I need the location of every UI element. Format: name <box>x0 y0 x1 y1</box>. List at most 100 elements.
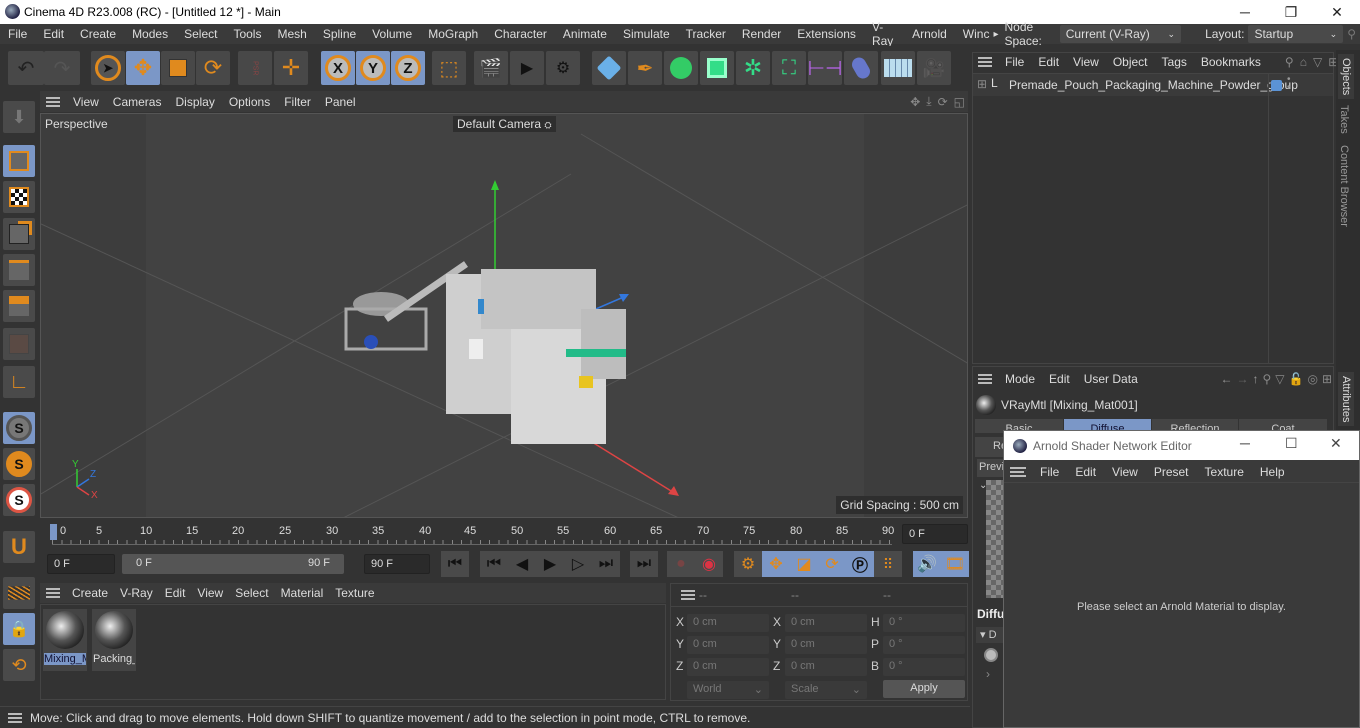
search-icon[interactable]: ⚲ <box>1343 27 1360 41</box>
expand-chevron-icon[interactable]: › <box>986 667 990 681</box>
cloner-button[interactable]: ✲ <box>736 51 770 85</box>
redo-button[interactable]: ↷ <box>44 51 80 85</box>
expand-icon[interactable]: ⊞ <box>977 77 987 91</box>
object-row[interactable]: ⊞ L Premade_Pouch_Packaging_Machine_Powd… <box>973 74 1333 96</box>
switch-view-icon[interactable]: ◱ <box>951 95 968 109</box>
tab-partial[interactable]: Re <box>975 437 1007 457</box>
arnold-menu-preset[interactable]: Preset <box>1146 465 1197 479</box>
menu-modes[interactable]: Modes <box>124 27 176 41</box>
make-editable-button[interactable]: ⬇ <box>3 101 35 133</box>
select-tool-button[interactable]: ➤ <box>91 51 125 85</box>
diffuse-subsection[interactable]: ▾ D <box>976 627 1003 643</box>
autokey-button[interactable]: ◉ <box>695 551 723 577</box>
menu-volume[interactable]: Volume <box>364 27 420 41</box>
y-axis-arrow[interactable] <box>491 180 499 190</box>
points-mode-button[interactable] <box>3 218 35 250</box>
floor-button[interactable] <box>881 51 915 85</box>
end-frame-field[interactable]: 90 F <box>364 554 430 574</box>
rot-p-field[interactable]: 0 ° <box>883 636 965 654</box>
apply-button[interactable]: Apply <box>883 680 965 698</box>
render-settings-button[interactable]: ⚙ <box>546 51 580 85</box>
subdivision-button[interactable] <box>664 51 698 85</box>
hamburger-icon[interactable] <box>46 96 60 107</box>
visibility-dots-icon[interactable]: • • <box>1287 75 1291 93</box>
pos-y-field[interactable]: 0 cm <box>687 636 769 654</box>
snap-settings-button[interactable]: S <box>3 448 35 480</box>
go-to-end-button[interactable]: ⏭ <box>630 551 658 577</box>
next-key-button[interactable]: ⏭ <box>592 551 620 577</box>
render-picture-viewer-button[interactable]: ▶ <box>510 51 544 85</box>
cube-button[interactable] <box>592 51 626 85</box>
objects-menu-tags[interactable]: Tags <box>1155 55 1194 69</box>
close-button[interactable]: ✕ <box>1314 0 1360 24</box>
menu-character[interactable]: Character <box>486 27 555 41</box>
material-menu-select[interactable]: Select <box>229 586 274 600</box>
axis-mode-button[interactable]: ∟ <box>3 366 35 398</box>
menu-mesh[interactable]: Mesh <box>269 27 314 41</box>
timeline-ruler[interactable]: 0 5 10 15 20 25 30 35 40 45 50 55 60 65 … <box>40 520 970 546</box>
menu-vray[interactable]: V-Ray <box>864 20 904 48</box>
tab-takes[interactable]: Takes <box>1338 105 1350 134</box>
menu-create[interactable]: Create <box>72 27 124 41</box>
key-pla-button[interactable]: ⠿ <box>874 551 902 577</box>
move-tool-button[interactable]: ✥ <box>126 51 160 85</box>
snap-workplane-button[interactable]: S <box>3 484 35 516</box>
menu-animate[interactable]: Animate <box>555 27 615 41</box>
snap-button[interactable]: S <box>3 412 35 444</box>
viewport-menu-options[interactable]: Options <box>222 95 277 109</box>
size-y-field[interactable]: 0 cm <box>785 636 867 654</box>
tab-attributes[interactable]: Attributes <box>1338 372 1354 427</box>
deformer-button[interactable]: ⊢⊣ <box>808 51 842 85</box>
coordinate-space-dropdown[interactable]: World ⌄ <box>687 681 769 699</box>
pen-button[interactable]: ✒ <box>628 51 662 85</box>
attr-menu-edit[interactable]: Edit <box>1042 372 1077 386</box>
attr-menu-mode[interactable]: Mode <box>998 372 1042 386</box>
menu-spline[interactable]: Spline <box>315 27 364 41</box>
node-space-dropdown[interactable]: Current (V-Ray) ⌄ <box>1059 25 1182 43</box>
arnold-close-button[interactable]: ✕ <box>1330 435 1342 452</box>
new-window-icon[interactable]: ⊞ <box>1320 372 1334 386</box>
hamburger-icon[interactable] <box>978 374 992 384</box>
projection-label[interactable]: Perspective <box>45 117 108 131</box>
objects-menu-edit[interactable]: Edit <box>1031 55 1066 69</box>
key-position-button[interactable]: ✥ <box>762 551 790 577</box>
menu-window[interactable]: Winc <box>955 27 992 41</box>
zoom-view-icon[interactable]: ⤓ <box>923 94 934 109</box>
lock-icon[interactable]: 🔓 <box>1287 372 1306 386</box>
transform-button[interactable]: ✛ <box>274 51 308 85</box>
pos-z-field[interactable]: 0 cm <box>687 658 769 676</box>
menu-mograph[interactable]: MoGraph <box>420 27 486 41</box>
go-to-start-button[interactable]: ⏮ <box>441 551 469 577</box>
x-axis-arrow[interactable] <box>668 486 679 496</box>
arnold-maximize-button[interactable]: ☐ <box>1285 435 1298 452</box>
arnold-minimize-button[interactable]: ─ <box>1240 435 1250 451</box>
material-menu-view[interactable]: View <box>191 586 229 600</box>
menu-edit[interactable]: Edit <box>35 27 72 41</box>
menu-extensions[interactable]: Extensions <box>789 27 864 41</box>
menu-tracker[interactable]: Tracker <box>678 27 734 41</box>
texture-mode-button[interactable] <box>3 181 35 213</box>
up-arrow-icon[interactable]: ↑ <box>1250 372 1260 386</box>
magnet-button[interactable]: U <box>3 531 35 563</box>
keyframe-selection-button[interactable]: ⚙ <box>734 551 762 577</box>
hamburger-icon[interactable] <box>1010 466 1026 477</box>
uv-mode-button[interactable] <box>3 328 35 360</box>
material-menu-vray[interactable]: V-Ray <box>114 586 159 600</box>
target-icon[interactable]: ◎ <box>1305 372 1319 386</box>
menu-arnold[interactable]: Arnold <box>904 27 955 41</box>
hamburger-icon[interactable] <box>46 588 60 598</box>
search-icon[interactable]: ⚲ <box>1282 55 1297 69</box>
viewport-menu-filter[interactable]: Filter <box>277 95 318 109</box>
back-arrow-icon[interactable]: ← <box>1218 372 1234 386</box>
next-frame-button[interactable]: ▷ <box>564 551 592 577</box>
start-frame-field[interactable]: 0 F <box>47 554 115 574</box>
viewport-menu-panel[interactable]: Panel <box>318 95 363 109</box>
record-keys-button[interactable]: ● <box>667 551 695 577</box>
layer-color-swatch[interactable] <box>1271 80 1282 91</box>
layout-dropdown[interactable]: Startup ⌄ <box>1248 25 1344 43</box>
material-menu-create[interactable]: Create <box>66 586 114 600</box>
hamburger-icon[interactable] <box>8 713 22 723</box>
camera-label[interactable]: Default Camera ⛭ <box>453 116 556 132</box>
search-icon[interactable]: ⚲ <box>1260 372 1273 386</box>
arnold-menu-view[interactable]: View <box>1104 465 1146 479</box>
